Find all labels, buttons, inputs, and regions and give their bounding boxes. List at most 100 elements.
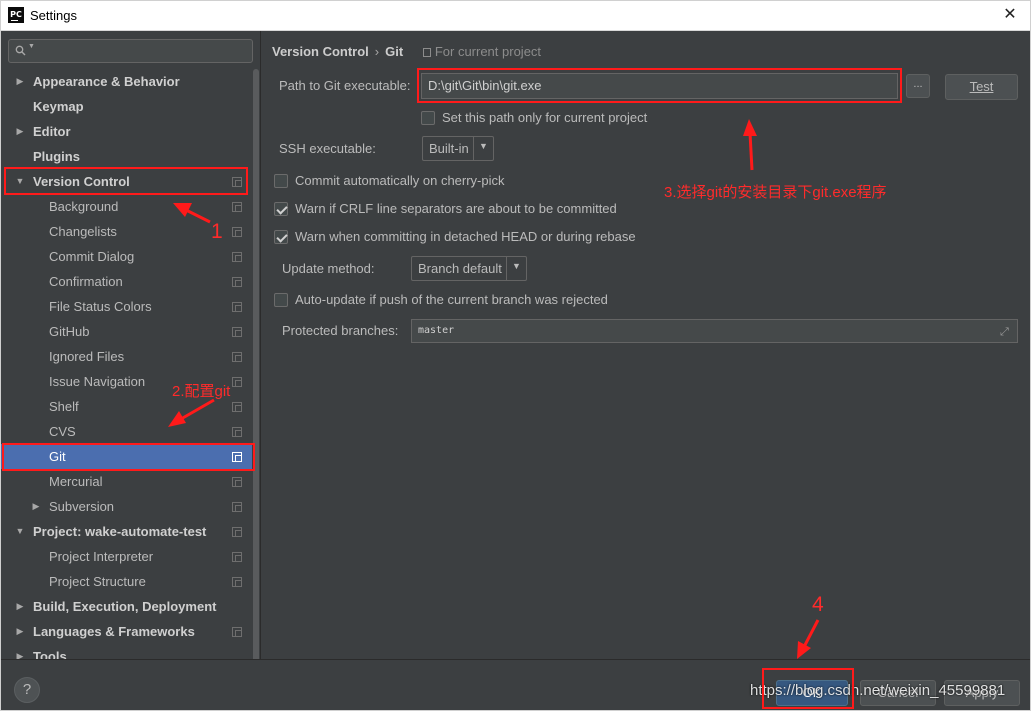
- tree-item-label: Editor: [33, 124, 71, 139]
- chevron-right-icon[interactable]: ▶: [14, 69, 26, 94]
- tree-item-label: Languages & Frameworks: [33, 624, 195, 639]
- project-level-icon: [232, 552, 242, 562]
- sidebar-scrollbar[interactable]: [252, 69, 260, 659]
- project-level-icon: [232, 277, 242, 287]
- project-level-icon: [232, 252, 242, 262]
- path-only-project-box[interactable]: [421, 111, 435, 125]
- tree-item[interactable]: ▶ Tools: [0, 644, 252, 659]
- pycharm-logo-icon: PC: [8, 7, 24, 23]
- annotation-step-2: 2.配置git: [172, 383, 231, 400]
- tree-item[interactable]: ▶ Subversion: [0, 494, 252, 519]
- update-method-combo[interactable]: Branch default ▼: [411, 256, 527, 281]
- breadcrumb-current: Git: [385, 44, 404, 59]
- tree-item[interactable]: ▶ Build, Execution, Deployment: [0, 594, 252, 619]
- project-level-icon: [232, 202, 242, 212]
- tree-item[interactable]: ▶ Editor: [0, 119, 252, 144]
- project-level-icon: [232, 402, 242, 412]
- path-only-project-label: Set this path only for current project: [442, 110, 648, 125]
- search-input[interactable]: ▼: [8, 39, 253, 63]
- tree-item[interactable]: Ignored Files: [0, 344, 252, 369]
- annotation-step-4: 4: [812, 593, 824, 616]
- detached-head-box[interactable]: [274, 230, 288, 244]
- project-level-icon: [232, 477, 242, 487]
- tree-item[interactable]: Confirmation: [0, 269, 252, 294]
- tree-item[interactable]: ▶ Appearance & Behavior: [0, 69, 252, 94]
- auto-update-label: Auto-update if push of the current branc…: [295, 292, 608, 307]
- tree-item[interactable]: Keymap: [0, 94, 252, 119]
- ssh-executable-value: Built-in: [429, 141, 469, 156]
- crlf-warning-box[interactable]: [274, 202, 288, 216]
- ssh-executable-combo[interactable]: Built-in ▼: [422, 136, 494, 161]
- auto-update-box[interactable]: [274, 293, 288, 307]
- close-button[interactable]: ✕: [999, 4, 1021, 26]
- tree-item-label: Background: [49, 199, 119, 214]
- project-level-icon: [232, 502, 242, 512]
- tree-item-label: Mercurial: [49, 474, 103, 489]
- update-method-label: Update method:: [282, 261, 375, 276]
- annotation-box-git: [2, 443, 255, 471]
- git-settings-panel: Version Control › Git For current project …: [262, 31, 1031, 659]
- test-button[interactable]: Test: [945, 74, 1018, 100]
- git-path-label: Path to Git executable:: [279, 78, 411, 93]
- chevron-right-icon[interactable]: ▶: [14, 594, 26, 619]
- protected-branches-field[interactable]: master ⤢: [411, 319, 1018, 343]
- dialog-footer: ? OK Cancel Apply https://blog.csdn.net/…: [0, 659, 1031, 711]
- annotation-box-git-path: [417, 68, 902, 103]
- breadcrumb-parent: Version Control: [272, 44, 369, 59]
- search-icon: [15, 45, 26, 56]
- project-level-icon: [232, 352, 242, 362]
- combo-separator: [473, 137, 474, 160]
- tree-item[interactable]: Commit Dialog: [0, 244, 252, 269]
- cherry-pick-box[interactable]: [274, 174, 288, 188]
- scrollbar-thumb[interactable]: [253, 69, 259, 659]
- cherry-pick-label: Commit automatically on cherry-pick: [295, 173, 505, 188]
- tree-item-label: Keymap: [33, 99, 84, 114]
- settings-tree: ▶ Appearance & Behavior Keymap ▶ Editor Plugi…: [0, 69, 252, 659]
- tree-item[interactable]: Plugins: [0, 144, 252, 169]
- tree-item[interactable]: CVS: [0, 419, 252, 444]
- project-scope-icon: [422, 48, 431, 57]
- annotation-box-version-control: [4, 167, 248, 195]
- chevron-down-icon[interactable]: ▼: [479, 141, 488, 151]
- tree-item-label: Tools: [33, 649, 67, 659]
- search-options-chevron-icon[interactable]: ▼: [28, 43, 35, 50]
- crlf-warning-label: Warn if CRLF line separators are about t…: [295, 201, 617, 216]
- tree-item[interactable]: Project Interpreter: [0, 544, 252, 569]
- chevron-down-icon[interactable]: ▼: [14, 519, 26, 544]
- tree-item[interactable]: File Status Colors: [0, 294, 252, 319]
- project-scope-label: For current project: [422, 44, 541, 59]
- tree-item[interactable]: Mercurial: [0, 469, 252, 494]
- project-level-icon: [232, 627, 242, 637]
- tree-item-label: Commit Dialog: [49, 249, 135, 264]
- chevron-right-icon[interactable]: ▶: [14, 644, 26, 659]
- tree-item-label: Plugins: [33, 149, 80, 164]
- ssh-executable-label: SSH executable:: [279, 141, 376, 156]
- tree-item-label: Subversion: [49, 499, 115, 514]
- tree-item-label: GitHub: [49, 324, 90, 339]
- help-button[interactable]: ?: [14, 677, 40, 703]
- tree-item-label: Build, Execution, Deployment: [33, 599, 217, 614]
- tree-item[interactable]: Background: [0, 194, 252, 219]
- tree-item[interactable]: GitHub: [0, 319, 252, 344]
- tree-item-label: Issue Navigation: [49, 374, 146, 389]
- tree-item-label: Confirmation: [49, 274, 123, 289]
- tree-item[interactable]: Project Structure: [0, 569, 252, 594]
- combo-separator: [506, 257, 507, 280]
- annotation-step-3: 3.选择git的安装目录下git.exe程序: [664, 184, 887, 201]
- title-bar: PC Settings ✕: [0, 0, 1031, 31]
- expand-icon[interactable]: ⤢: [1000, 326, 1012, 338]
- project-level-icon: [232, 327, 242, 337]
- tree-item[interactable]: ▼ Project: wake-automate-test: [0, 519, 252, 544]
- settings-sidebar: ▼ ▶ Appearance & Behavior Keymap ▶ Editor Plu…: [0, 31, 261, 659]
- project-level-icon: [232, 527, 242, 537]
- project-level-icon: [232, 377, 242, 387]
- chevron-right-icon[interactable]: ▶: [30, 494, 42, 519]
- tree-item[interactable]: ▶ Languages & Frameworks: [0, 619, 252, 644]
- chevron-down-icon[interactable]: ▼: [512, 261, 521, 271]
- tree-item-label: Project Interpreter: [49, 549, 154, 564]
- chevron-right-icon[interactable]: ▶: [14, 119, 26, 144]
- tree-item-label: Changelists: [49, 224, 117, 239]
- chevron-right-icon[interactable]: ▶: [14, 619, 26, 644]
- tree-item-label: Project Structure: [49, 574, 146, 589]
- browse-button[interactable]: ...: [906, 74, 930, 98]
